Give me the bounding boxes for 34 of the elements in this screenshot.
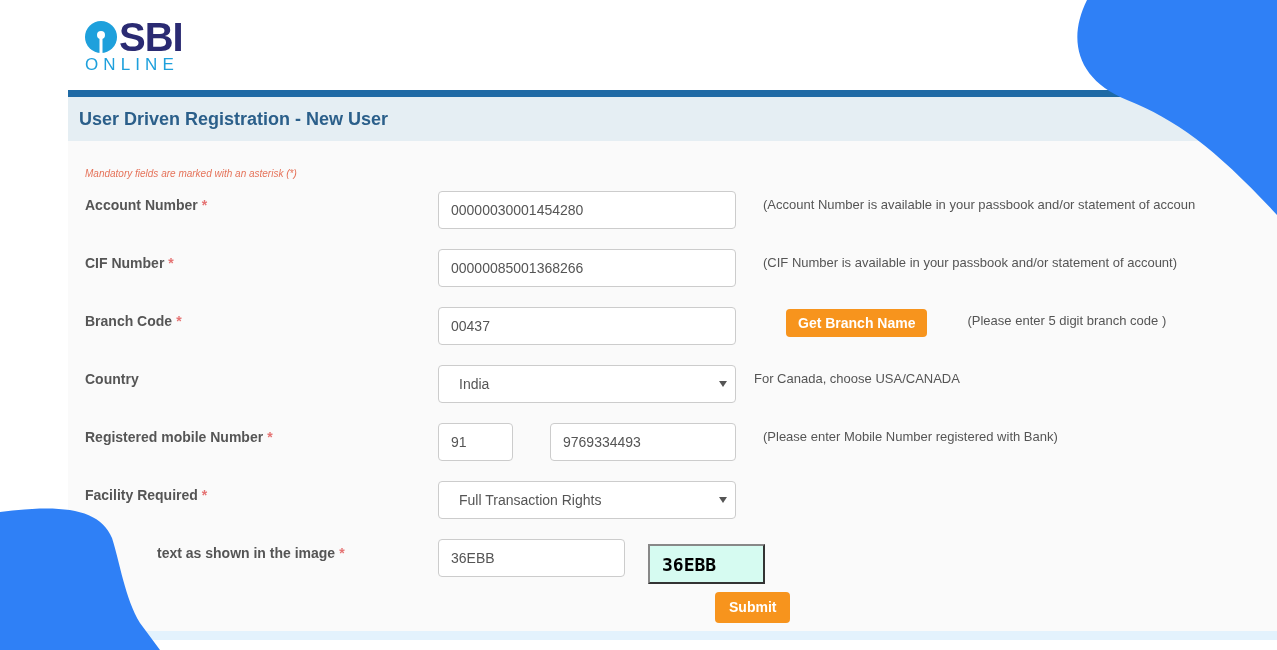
field-label: Country: [85, 370, 139, 389]
dropdown[interactable]: India: [438, 365, 736, 403]
field-label: Facility Required: [85, 486, 198, 505]
input-field[interactable]: 00437: [438, 307, 736, 345]
country-code-field[interactable]: 91: [438, 423, 513, 461]
hint-text: (Account Number is available in your passbook and/or statement of accoun: [763, 196, 1196, 214]
captcha-input-field[interactable]: 36EBB: [438, 539, 625, 577]
hint-text: (CIF Number is available in your passbook and/or statement of account): [763, 254, 1178, 272]
required-asterisk: *: [339, 544, 345, 563]
field-label: Registered mobile Number: [85, 428, 264, 447]
captcha-image: 36EBB: [648, 544, 765, 584]
required-asterisk: *: [201, 196, 208, 215]
required-asterisk: *: [267, 428, 273, 447]
hint-text: For Canada, choose USA/CANADA: [754, 370, 960, 388]
required-asterisk: *: [176, 312, 182, 331]
logo-name: SBI: [119, 18, 183, 56]
required-asterisk: *: [168, 254, 174, 273]
logo-tagline: ONLINE: [85, 56, 180, 74]
mobile-number-field[interactable]: 9769334493: [550, 423, 736, 461]
required-asterisk: *: [201, 486, 208, 505]
page-title: User Driven Registration - New User: [79, 107, 389, 131]
dropdown-caret-icon: [719, 381, 727, 387]
input-field[interactable]: 00000085001368266: [438, 249, 736, 287]
dropdown-caret-icon: [719, 497, 727, 503]
field-label: text as shown in the image: [157, 544, 336, 563]
field-label: Branch Code: [85, 312, 173, 331]
mandatory-note: Mandatory fields are marked with an asterisk (*): [85, 167, 298, 181]
keyhole-logo-icon: [85, 21, 117, 53]
input-field[interactable]: 00000030001454280: [438, 191, 736, 229]
field-label: CIF Number: [85, 254, 165, 273]
field-label: Account Number: [85, 196, 198, 215]
dropdown[interactable]: Full Transaction Rights: [438, 481, 736, 519]
hint-text: (Please enter 5 digit branch code ): [967, 312, 1167, 330]
hint-text: (Please enter Mobile Number registered with Bank): [763, 428, 1058, 446]
